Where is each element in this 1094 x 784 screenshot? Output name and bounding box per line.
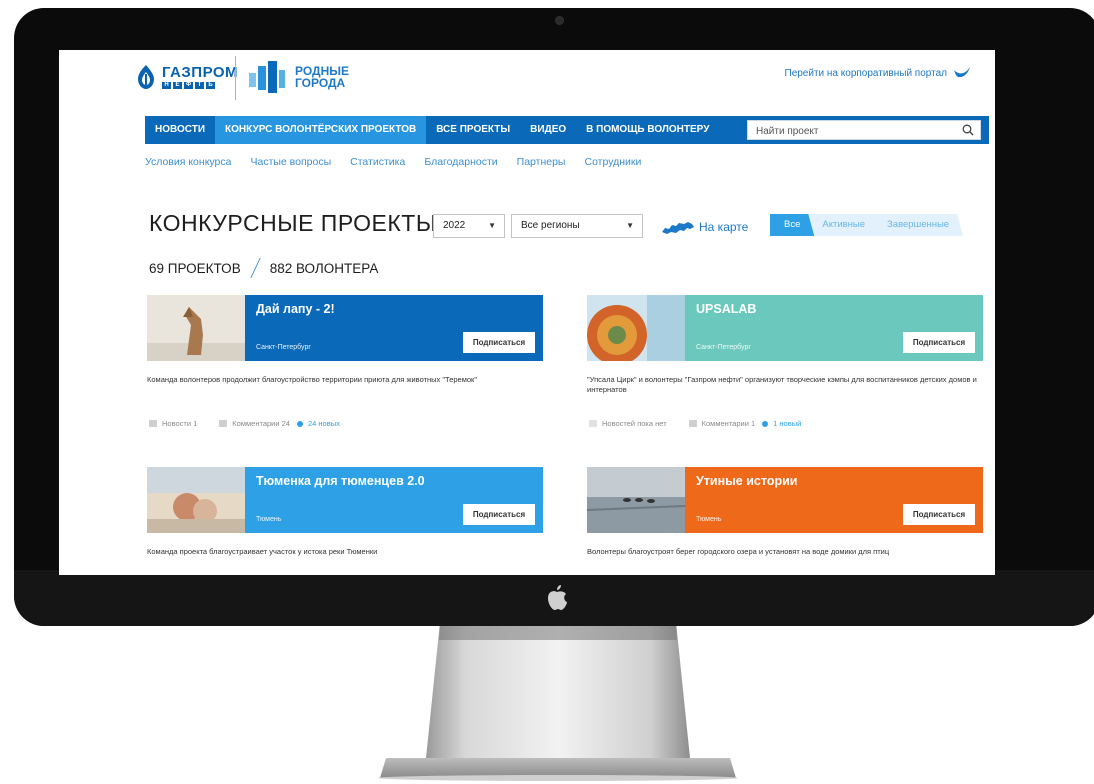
card-city: Тюмень [696,516,722,523]
project-image-river [147,467,245,533]
gazprom-neft-logo[interactable]: ГАЗПРОМ Н Е Ф Т Ь [134,52,238,102]
card-title-band: Дай лапу - 2! Санкт-Петербург Подписатьс… [245,295,543,361]
card-comments-count[interactable]: Комментарии 1 [702,419,756,428]
russia-map-icon[interactable] [661,221,695,235]
card-new-comments[interactable]: 1 новый [773,419,801,428]
logo-divider [235,56,236,100]
card-meta: Новости 1 Комментарии 24 24 новых [149,419,340,428]
card-meta: Новостей пока нет Комментарии 1 1 новый [589,419,801,428]
nav-help-volunteer[interactable]: В ПОМОЩЬ ВОЛОНТЕРУ [576,116,719,144]
project-image-circus [587,295,685,361]
subnav-contest-rules[interactable]: Условия конкурса [145,156,231,168]
subnav-employees[interactable]: Сотрудники [584,156,641,168]
card-title[interactable]: Утиные истории [696,474,797,488]
card-news-count[interactable]: Новости 1 [162,419,197,428]
counts-row: 69 ПРОЕКТОВ 882 ВОЛОНТЕРА [149,258,378,278]
card-title[interactable]: Дай лапу - 2! [256,302,335,316]
search-box [747,120,981,141]
card-news-count[interactable]: Новостей пока нет [602,419,667,428]
nav-volunteer-contest[interactable]: КОНКУРС ВОЛОНТЁРСКИХ ПРОЕКТОВ [215,116,427,144]
corporate-portal-link[interactable]: Перейти на корпоративный портал [785,68,948,79]
project-card[interactable]: Утиные истории Тюмень Подписаться Волонт… [587,467,983,556]
rodnye-goroda-mark-icon [249,61,285,93]
card-description: Волонтеры благоустроят берег городского … [587,547,890,556]
card-city: Тюмень [256,516,282,523]
rodnye-goroda-logo[interactable]: РОДНЫЕ ГОРОДА [247,58,349,96]
year-select-value: 2022 [443,220,466,231]
card-title-band: Тюменка для тюменцев 2.0 Тюмень Подписат… [245,467,543,533]
card-new-comments[interactable]: 24 новых [308,419,340,428]
nav-news[interactable]: НОВОСТИ [145,116,215,144]
status-tabs: Все Активные Завершенные [770,214,963,236]
region-select[interactable]: Все регионы ▼ [511,214,643,238]
chevron-down-icon: ▼ [626,221,634,230]
search-icon[interactable] [962,124,974,136]
card-description: "Упсала Цирк" и волонтеры "Газпром нефти… [587,375,977,394]
new-dot-icon [296,420,303,427]
projects-count: 69 ПРОЕКТОВ [149,260,241,276]
portal-bird-icon[interactable] [953,65,971,79]
card-city: Санкт-Петербург [696,344,751,351]
project-card[interactable]: Тюменка для тюменцев 2.0 Тюмень Подписат… [147,467,543,556]
sub-nav: Условия конкурса Частые вопросы Статисти… [145,156,641,168]
goroda-text: ГОРОДА [295,76,346,90]
subscribe-button[interactable]: Подписаться [903,332,975,353]
tab-all[interactable]: Все [770,214,814,236]
subscribe-button[interactable]: Подписаться [463,332,535,353]
chevron-down-icon: ▼ [488,221,496,230]
volunteers-count: 882 ВОЛОНТЕРА [269,260,379,276]
camera-icon [555,16,564,25]
card-title-band: Утиные истории Тюмень Подписаться [685,467,983,533]
card-comments-count[interactable]: Комментарии 24 [232,419,290,428]
subscribe-button[interactable]: Подписаться [903,504,975,525]
card-description: Команда проекта благоустраивает участок … [147,547,378,556]
nav-video[interactable]: ВИДЕО [520,116,576,144]
project-image-ducks [587,467,685,533]
news-icon [149,420,157,427]
comments-icon [219,420,228,427]
tab-active[interactable]: Активные [808,214,879,236]
comments-icon [688,420,697,427]
tab-completed[interactable]: Завершенные [873,214,963,236]
card-title[interactable]: Тюменка для тюменцев 2.0 [256,474,425,488]
year-select[interactable]: 2022 ▼ [433,214,505,238]
card-city: Санкт-Петербург [256,344,311,351]
news-icon [589,420,597,427]
search-input[interactable] [748,122,964,141]
apple-logo-icon [548,585,567,610]
card-title[interactable]: UPSALAB [696,302,756,316]
project-card[interactable]: Дай лапу - 2! Санкт-Петербург Подписатьс… [147,295,543,428]
screen: ГАЗПРОМ Н Е Ф Т Ь РОДНЫЕ ГОРОДА Перейти … [59,50,995,575]
main-nav: НОВОСТИ КОНКУРС ВОЛОНТЁРСКИХ ПРОЕКТОВ ВС… [145,116,989,144]
project-image-dog [147,295,245,361]
gazprom-flame-icon [138,65,154,89]
subscribe-button[interactable]: Подписаться [463,504,535,525]
card-title-band: UPSALAB Санкт-Петербург Подписаться [685,295,983,361]
counts-divider [250,258,261,278]
subnav-statistics[interactable]: Статистика [350,156,405,168]
subnav-thanks[interactable]: Благодарности [424,156,497,168]
subnav-partners[interactable]: Партнеры [517,156,566,168]
gazprom-name: ГАЗПРОМ [162,64,239,81]
new-dot-icon [762,420,769,427]
nav-all-projects[interactable]: ВСЕ ПРОЕКТЫ [426,116,520,144]
gazprom-sub: Н Е Ф Т Ь [162,82,238,89]
subnav-faq[interactable]: Частые вопросы [250,156,331,168]
region-select-value: Все регионы [521,220,580,231]
project-card[interactable]: UPSALAB Санкт-Петербург Подписаться "Упс… [587,295,983,428]
card-description: Команда волонтеров продолжит благоустрой… [147,375,477,384]
page-title: КОНКУРСНЫЕ ПРОЕКТЫ [149,210,437,236]
map-link[interactable]: На карте [699,220,748,234]
